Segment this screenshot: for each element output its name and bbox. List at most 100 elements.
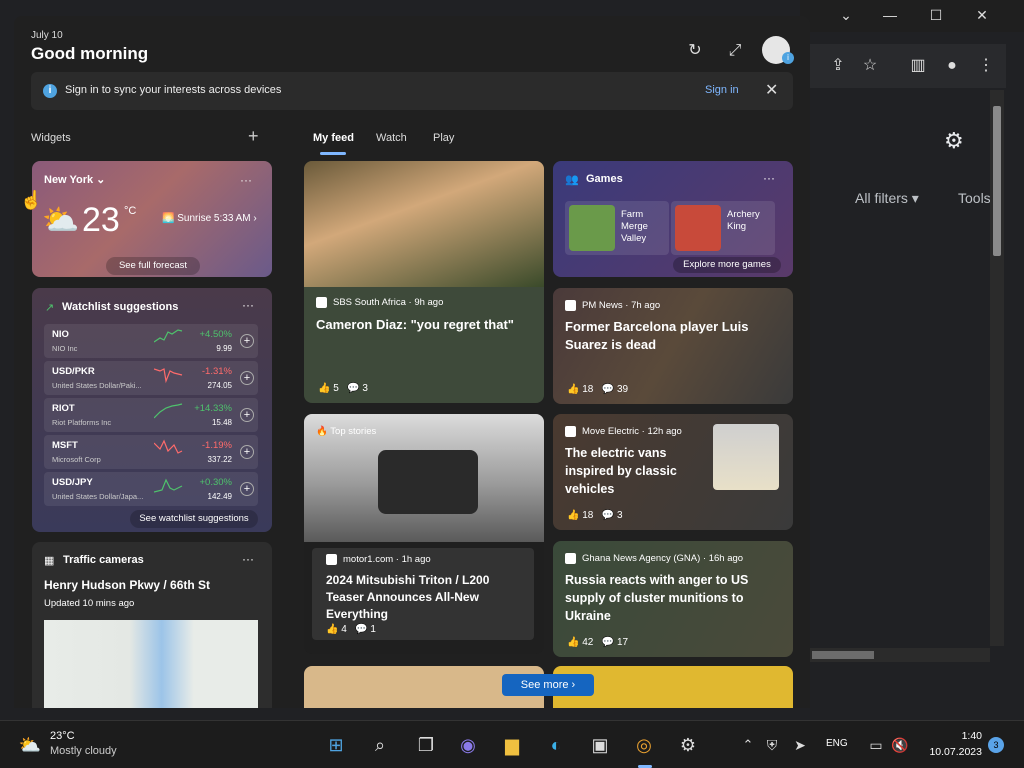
star-icon[interactable]: ☆ (858, 54, 882, 78)
news-card[interactable]: Move Electric · 12h ago The electric van… (553, 414, 793, 530)
edge-icon[interactable]: ◐ (542, 731, 570, 759)
close-icon[interactable]: ✕ (960, 4, 1004, 26)
weather-city[interactable]: New York ⌄ (44, 173, 105, 186)
taskbar-condition[interactable]: Mostly cloudy (50, 745, 117, 757)
vertical-scrollbar[interactable] (990, 90, 1004, 646)
settings-gear-icon[interactable]: ⚙ (944, 128, 964, 154)
comment-count: 3 (616, 510, 623, 521)
taskbar-temp[interactable]: 23°C (50, 730, 75, 742)
add-icon[interactable]: + (240, 445, 254, 459)
clock-date[interactable]: 10.07.2023 (920, 746, 982, 758)
add-icon[interactable]: + (240, 371, 254, 385)
news-card[interactable]: Ghana News Agency (GNA) · 16h ago Russia… (553, 541, 793, 657)
traffic-map[interactable] (44, 620, 258, 708)
add-widget-icon[interactable]: + (248, 126, 259, 147)
see-more-button[interactable]: See more › (502, 674, 594, 696)
tab-my-feed[interactable]: My feed (313, 132, 354, 144)
news-title[interactable]: The electric vans inspired by classic ve… (565, 444, 705, 498)
news-source-label: PM News · 7h ago (582, 300, 661, 312)
tools-button[interactable]: Tools (958, 190, 991, 206)
store-icon[interactable]: ▣ (586, 731, 614, 759)
settings-icon[interactable]: ⚙ (674, 731, 702, 759)
news-title[interactable]: Cameron Diaz: "you regret that" (316, 316, 536, 334)
add-icon[interactable]: + (240, 482, 254, 496)
stock-row[interactable]: NIO NIO Inc +4.50% 9.99 + (44, 324, 258, 358)
weather-card[interactable]: New York ⌄ ··· ⛅ 23 °C 🌅 Sunrise 5:33 AM… (32, 161, 272, 277)
weather-temp: 23 (82, 201, 120, 239)
sunrise-info[interactable]: 🌅 Sunrise 5:33 AM › (162, 213, 257, 224)
profile-icon[interactable]: ● (940, 54, 964, 78)
more-icon[interactable]: ··· (242, 298, 254, 312)
add-icon[interactable]: + (240, 408, 254, 422)
see-forecast-button[interactable]: See full forecast (106, 257, 200, 275)
chat-icon[interactable]: ◉ (454, 731, 482, 759)
stock-row[interactable]: USD/JPY United States Dollar/Japa... +0.30… (44, 472, 258, 506)
stock-row[interactable]: USD/PKR United States Dollar/Paki... -1.31… (44, 361, 258, 395)
scrollbar-thumb[interactable] (993, 106, 1001, 256)
more-icon[interactable]: ··· (240, 173, 252, 187)
news-card[interactable]: SBS South Africa · 9h ago Cameron Diaz: … (304, 161, 544, 403)
hscrollbar-thumb[interactable] (812, 651, 874, 659)
file-explorer-icon[interactable]: ▆ (498, 731, 526, 759)
chevron-down-icon[interactable]: ⌄ (824, 4, 868, 26)
maximize-icon[interactable]: ☐ (914, 4, 958, 26)
all-filters-button[interactable]: All filters ▾ (855, 190, 919, 207)
volume-icon[interactable]: 🔇 (886, 731, 914, 759)
expand-icon[interactable]: ⤢ (724, 40, 746, 62)
news-source: Ghana News Agency (GNA) · 16h ago (565, 553, 743, 564)
game-name: Archery King (727, 209, 760, 232)
security-icon[interactable]: ⛨ (758, 731, 786, 759)
comment-count: 3 (362, 383, 368, 394)
more-icon[interactable]: ··· (763, 171, 775, 185)
refresh-icon[interactable]: ↻ (684, 40, 706, 62)
widgets-label: Widgets (31, 132, 71, 144)
more-icon[interactable]: ··· (242, 552, 254, 566)
reactions[interactable]: 👍 18 💬 3 (567, 510, 623, 521)
reactions[interactable]: 👍 5 💬 3 (318, 383, 368, 394)
weather-cloud-icon[interactable]: ⛅ (16, 731, 44, 759)
add-icon[interactable]: + (240, 334, 254, 348)
language-indicator[interactable]: ENG (826, 738, 848, 749)
news-source: SBS South Africa · 9h ago (316, 297, 443, 308)
clock-time[interactable]: 1:40 (944, 730, 982, 742)
signin-link[interactable]: Sign in (705, 84, 739, 96)
stock-change: +14.33% (194, 403, 232, 414)
van-image (713, 424, 779, 490)
explore-games-button[interactable]: Explore more games (673, 257, 781, 273)
start-icon[interactable]: ⊞ (322, 731, 350, 759)
close-icon[interactable]: ✕ (765, 80, 778, 100)
news-title[interactable]: Russia reacts with anger to US supply of… (565, 571, 765, 625)
news-source-label: SBS South Africa · 9h ago (333, 297, 444, 309)
share-icon[interactable]: ⇪ (826, 54, 850, 78)
menu-dots-icon[interactable]: ⋮ (974, 54, 998, 78)
news-card[interactable]: PM News · 7h ago Former Barcelona player… (553, 288, 793, 404)
reactions[interactable]: 👍 18 💬 39 (567, 384, 628, 395)
sunrise-label: Sunrise 5:33 AM (177, 213, 251, 224)
game-tile[interactable]: Archery King (671, 201, 775, 255)
news-card[interactable]: 🔥 Top stories motor1.com · 1h ago 2024 M… (304, 414, 544, 654)
stock-price: 142.49 (207, 492, 232, 501)
stock-row[interactable]: MSFT Microsoft Corp -1.19% 337.22 + (44, 435, 258, 469)
hand-cursor-icon: ☝ (20, 190, 43, 210)
source-icon (316, 297, 327, 308)
sunrise-icon: 🌅 (162, 213, 175, 224)
tab-play[interactable]: Play (433, 132, 454, 144)
notification-badge[interactable]: 3 (988, 737, 1004, 753)
send-icon[interactable]: ➤ (786, 731, 814, 759)
stock-row[interactable]: RIOT Riot Platforms Inc +14.33% 15.48 + (44, 398, 258, 432)
see-watchlist-button[interactable]: See watchlist suggestions (130, 510, 258, 528)
search-icon[interactable]: ⌕ (366, 731, 394, 759)
game-tile[interactable]: Farm Merge Valley (565, 201, 669, 255)
chrome-icon[interactable]: ◎ (630, 731, 658, 759)
reactions[interactable]: 👍 4 💬 1 (326, 624, 376, 635)
tab-watch[interactable]: Watch (376, 132, 407, 144)
source-icon (565, 300, 576, 311)
horizontal-scrollbar[interactable] (806, 648, 990, 662)
minimize-icon[interactable]: — (868, 4, 912, 26)
reactions[interactable]: 👍 42 💬 17 (567, 637, 628, 648)
news-title[interactable]: 2024 Mitsubishi Triton / L200 Teaser Ann… (326, 572, 526, 623)
task-view-icon[interactable]: ❐ (412, 731, 440, 759)
tab-indicator (320, 152, 346, 155)
news-title[interactable]: Former Barcelona player Luis Suarez is d… (565, 318, 785, 354)
side-panel-icon[interactable]: ▥ (906, 54, 930, 78)
